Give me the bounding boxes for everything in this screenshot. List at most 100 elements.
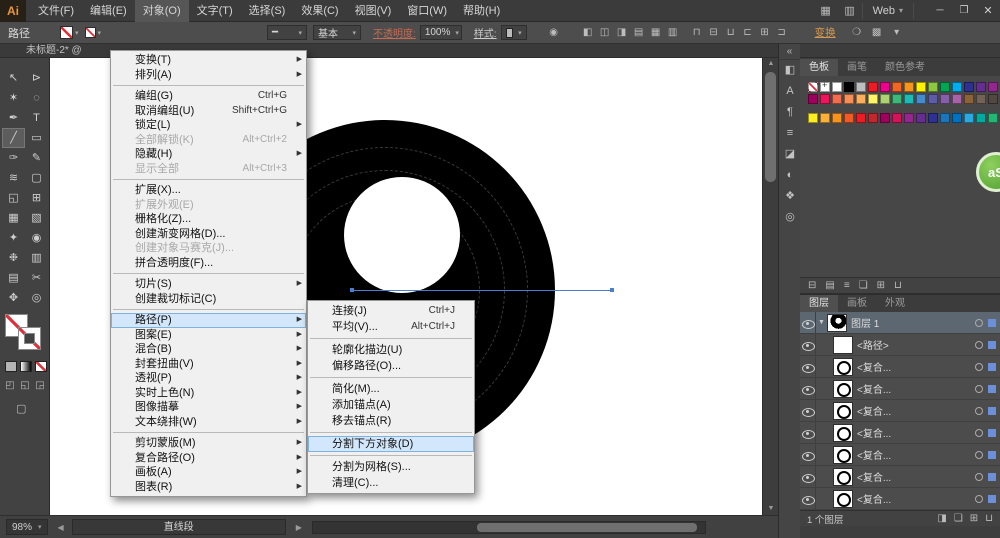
swatch[interactable] (844, 94, 854, 104)
swatch[interactable] (856, 94, 866, 104)
gradient-chip-button[interactable] (20, 361, 32, 372)
panel-tab[interactable]: 外观 (876, 295, 914, 312)
menu-item[interactable]: ▶ (113, 309, 304, 310)
menu-item[interactable]: 文本绕排(W) ▶ (111, 415, 306, 430)
visibility-eye-icon[interactable] (800, 377, 816, 400)
menu-item[interactable]: 图像描摹 ▶ (111, 400, 306, 415)
menubar-help[interactable]: 帮助(H) (455, 0, 508, 22)
swatch[interactable] (832, 82, 842, 92)
swatch[interactable] (868, 82, 878, 92)
width-tool[interactable]: ≋ (2, 168, 25, 188)
style-dropdown[interactable]: ▾ (500, 25, 527, 40)
panel-tab[interactable]: 画笔 (838, 59, 876, 76)
swatch[interactable] (808, 113, 818, 123)
swatch[interactable] (940, 94, 950, 104)
menu-item[interactable]: 平均(V)... Alt+Ctrl+J ▶ (308, 319, 474, 335)
close-button[interactable]: ✕ (976, 0, 1000, 22)
delete-layer-icon[interactable]: ⊔ (985, 513, 993, 524)
target-circle-icon[interactable] (975, 384, 983, 393)
swatch[interactable] (964, 94, 974, 104)
align-left-icon[interactable]: ◧ (581, 26, 595, 40)
blend-tool[interactable]: ◉ (25, 228, 48, 248)
menu-item[interactable]: 隐藏(H) ▶ (111, 147, 306, 162)
menu-item[interactable]: ▶ (310, 455, 472, 456)
transparency-panel-icon[interactable]: ◐ (779, 165, 801, 186)
distribute-left-icon[interactable]: ⊏ (741, 26, 755, 40)
visibility-eye-icon[interactable] (800, 487, 816, 510)
color-panel-icon[interactable]: ◧ (779, 60, 801, 81)
swatch[interactable] (832, 113, 842, 123)
align-right-icon[interactable]: ◨ (615, 26, 629, 40)
expand-panels-icon[interactable]: « (779, 44, 800, 60)
compound-path-row[interactable]: ▼ <复合... (800, 443, 1000, 466)
swatch[interactable] (808, 94, 818, 104)
draw-inside-icon[interactable]: ◲ (34, 380, 46, 391)
menu-item[interactable]: ▶ (310, 338, 472, 339)
mesh-tool[interactable]: ▦ (2, 208, 25, 228)
menu-item[interactable]: 连接(J) Ctrl+J ▶ (308, 303, 474, 319)
shape-builder-tool[interactable]: ◱ (2, 188, 25, 208)
swatch[interactable] (952, 82, 962, 92)
panel-options-icon[interactable]: ▾ (890, 26, 904, 40)
minimize-button[interactable]: ─ (928, 0, 952, 22)
align-v-center-icon[interactable]: ▦ (649, 26, 663, 40)
panel-tab[interactable]: 图层 (800, 295, 838, 312)
compound-path-row[interactable]: ▼ <复合... (800, 399, 1000, 422)
swatch[interactable] (916, 82, 926, 92)
gradient-panel-icon[interactable]: ◪ (779, 144, 801, 165)
distribute-right-icon[interactable]: ⊐ (775, 26, 789, 40)
swatch[interactable] (880, 94, 890, 104)
visibility-eye-icon[interactable] (800, 399, 816, 422)
menu-item[interactable]: 图案(E) ▶ (111, 328, 306, 343)
swatch[interactable] (820, 80, 830, 92)
swatch[interactable] (892, 94, 902, 104)
distribute-h-center-icon[interactable]: ⊞ (758, 26, 772, 40)
menu-item-divide-objects-below[interactable]: 分割下方对象(D) ▶ (308, 436, 474, 452)
path-row[interactable]: ▼ <路径> (800, 333, 1000, 356)
menu-item[interactable]: 清理(C)... ▶ (308, 475, 474, 491)
menu-item[interactable]: 切片(S) ▶ (111, 277, 306, 292)
compound-path-row[interactable]: ▼ <复合... (800, 487, 1000, 510)
slice-tool[interactable]: ✂ (25, 268, 48, 288)
paintbrush-tool[interactable]: ✑ (2, 148, 25, 168)
menu-item[interactable]: 锁定(L) ▶ (111, 118, 306, 133)
swatch[interactable] (964, 82, 974, 92)
menu-item[interactable]: 栅格化(Z)... ▶ (111, 212, 306, 227)
menubar-file[interactable]: 文件(F) (30, 0, 82, 22)
swatch[interactable] (892, 82, 902, 92)
swatch[interactable] (976, 113, 986, 123)
anchor-point-left[interactable] (350, 288, 354, 292)
type-tool[interactable]: T (25, 108, 48, 128)
swatch[interactable] (988, 82, 998, 92)
rectangle-tool[interactable]: ▭ (25, 128, 48, 148)
fill-color-control[interactable]: ▾ (60, 26, 79, 39)
compound-path-row[interactable]: ▼ <复合... (800, 465, 1000, 488)
swatch-libraries-icon[interactable]: ⊟ (808, 278, 816, 294)
swatch[interactable] (844, 82, 854, 92)
target-circle-icon[interactable] (975, 318, 983, 327)
anchor-point-right[interactable] (610, 288, 614, 292)
swatch[interactable] (976, 82, 986, 92)
menu-item[interactable]: 实时上色(N) ▶ (111, 386, 306, 401)
opacity-link[interactable]: 不透明度: (373, 25, 416, 40)
target-circle-icon[interactable] (975, 340, 983, 349)
symbol-sprayer-tool[interactable]: ❉ (2, 248, 25, 268)
draw-behind-icon[interactable]: ◱ (19, 380, 31, 391)
selection-tool[interactable]: ↖ (2, 68, 25, 88)
menu-item[interactable]: ▶ (113, 179, 304, 180)
panel-tab[interactable]: 颜色参考 (876, 59, 934, 76)
appearance-panel-icon[interactable]: ◎ (779, 207, 801, 228)
menu-item[interactable]: 分割为网格(S)... ▶ (308, 459, 474, 475)
stroke-color-box[interactable] (18, 327, 41, 350)
color-chip-button[interactable] (5, 361, 17, 372)
swatch[interactable] (964, 113, 974, 123)
swatch[interactable] (856, 82, 866, 92)
menu-item[interactable]: 排列(A) ▶ (111, 68, 306, 83)
zoom-control[interactable]: 98% ▾ (6, 519, 48, 535)
draw-normal-icon[interactable]: ◰ (4, 380, 16, 391)
restore-button[interactable]: ❐ (952, 0, 976, 22)
swatch[interactable] (808, 82, 818, 92)
align-top-icon[interactable]: ▤ (632, 26, 646, 40)
swatch[interactable] (976, 94, 986, 104)
new-color-group-icon[interactable]: ❏ (859, 278, 868, 294)
